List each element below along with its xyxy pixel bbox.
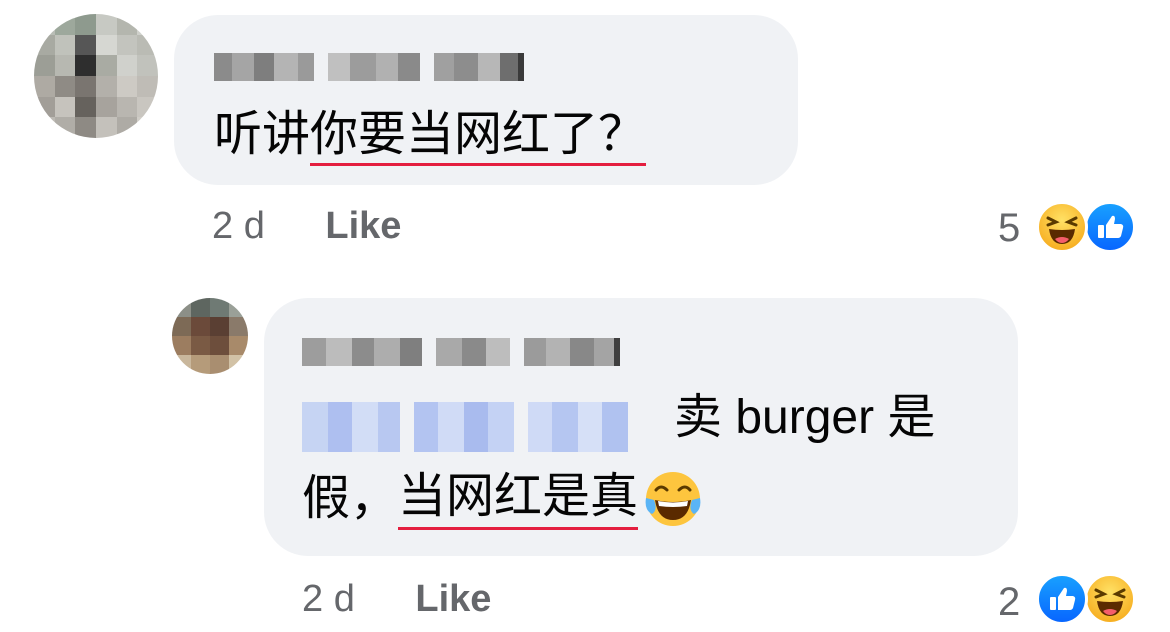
avatar-pixel	[34, 96, 55, 118]
avatar-pixel	[191, 355, 210, 374]
comment-text-underlined: 你要当网红了？	[310, 108, 647, 166]
mention-tag-blurred[interactable]	[302, 402, 628, 452]
avatar-pixel	[229, 298, 248, 317]
haha-icon[interactable]	[1036, 201, 1088, 253]
avatar-pixel	[229, 355, 248, 374]
commenter-avatar[interactable]	[34, 14, 158, 138]
blurred-name-word	[436, 338, 510, 366]
timestamp[interactable]: 2 d	[302, 578, 355, 620]
avatar-pixel	[54, 117, 76, 138]
avatar-pixel	[54, 96, 76, 118]
avatar-pixel	[137, 55, 158, 76]
avatar-pixel	[210, 355, 229, 374]
reply-text-suffix: 卖 burger 是	[674, 391, 936, 444]
avatar-pixel	[75, 117, 96, 138]
avatar-pixel	[75, 75, 96, 97]
avatar-pixel	[75, 34, 96, 56]
avatar-pixel	[191, 317, 210, 336]
avatar-pixel	[54, 14, 76, 35]
timestamp[interactable]: 2 d	[212, 205, 265, 247]
avatar-pixel	[172, 298, 191, 317]
reaction-count[interactable]: 5	[998, 206, 1020, 251]
avatar-pixel	[137, 75, 158, 97]
avatar-pixel	[34, 75, 55, 97]
avatar-pixel	[34, 34, 55, 56]
reply-text-line-2: 假， 当网红是真	[302, 468, 704, 530]
avatar-pixel	[116, 117, 138, 138]
avatar-pixel	[34, 55, 55, 76]
like-icon[interactable]	[1036, 573, 1088, 625]
blurred-name-word	[328, 53, 420, 81]
comment-bubble: 听讲你要当网红了？	[174, 15, 798, 185]
avatar-pixel	[95, 14, 117, 35]
blurred-mention-word	[302, 402, 400, 452]
avatar-pixel	[137, 14, 158, 35]
avatar-pixel	[191, 298, 210, 317]
avatar-pixel	[95, 96, 117, 118]
blurred-mention-word	[528, 402, 628, 452]
commenter-name-blurred[interactable]	[214, 53, 524, 81]
avatar-pixel	[116, 96, 138, 118]
avatar-pixel	[116, 55, 138, 76]
avatar-pixel	[95, 34, 117, 56]
like-button[interactable]: Like	[325, 205, 401, 247]
avatar-pixel	[75, 55, 96, 76]
avatar-pixel	[54, 34, 76, 56]
avatar-pixel	[75, 96, 96, 118]
avatar-pixel	[95, 75, 117, 97]
reply-bubble: 卖 burger 是 假， 当网红是真	[264, 298, 1018, 556]
avatar-pixel	[137, 96, 158, 118]
reply-text-plain: 假，	[302, 472, 399, 525]
comment-meta: 2 d Like	[212, 205, 401, 248]
avatar-pixel	[172, 317, 191, 336]
avatar-pixel	[116, 14, 138, 35]
avatar-pixel	[54, 55, 76, 76]
tears-of-joy-emoji	[642, 468, 704, 530]
avatar-pixel	[95, 117, 117, 138]
blurred-name-word	[524, 338, 620, 366]
blurred-mention-word	[414, 402, 514, 452]
avatar-pixel	[229, 336, 248, 355]
avatar-pixel	[75, 14, 96, 35]
replier-name-blurred[interactable]	[302, 338, 620, 366]
avatar-pixel	[54, 75, 76, 97]
like-icon[interactable]	[1084, 201, 1136, 253]
haha-icon[interactable]	[1084, 573, 1136, 625]
avatar-pixel	[95, 55, 117, 76]
reply-text-line-1: 卖 burger 是	[674, 390, 935, 446]
blurred-name-word	[434, 53, 524, 81]
blurred-name-word	[302, 338, 422, 366]
reply-text-underlined: 当网红是真	[398, 469, 639, 530]
avatar-pixel	[172, 336, 191, 355]
avatar-pixel	[210, 298, 229, 317]
avatar-pixel	[34, 14, 55, 35]
avatar-pixel	[137, 34, 158, 56]
avatar-pixel	[229, 317, 248, 336]
like-button[interactable]: Like	[415, 578, 491, 620]
blurred-name-word	[214, 53, 314, 81]
avatar-pixel	[116, 34, 138, 56]
comment-text: 听讲你要当网红了？	[214, 107, 647, 166]
avatar-pixel	[172, 355, 191, 374]
avatar-pixel	[34, 117, 55, 138]
replier-avatar[interactable]	[172, 298, 248, 374]
reply-meta: 2 d Like	[302, 578, 491, 621]
comment-text-plain: 听讲	[214, 108, 311, 161]
avatar-pixel	[137, 117, 158, 138]
avatar-pixel	[191, 336, 210, 355]
avatar-pixel	[210, 317, 229, 336]
avatar-pixel	[116, 75, 138, 97]
reaction-count[interactable]: 2	[998, 580, 1020, 625]
avatar-pixel	[210, 336, 229, 355]
